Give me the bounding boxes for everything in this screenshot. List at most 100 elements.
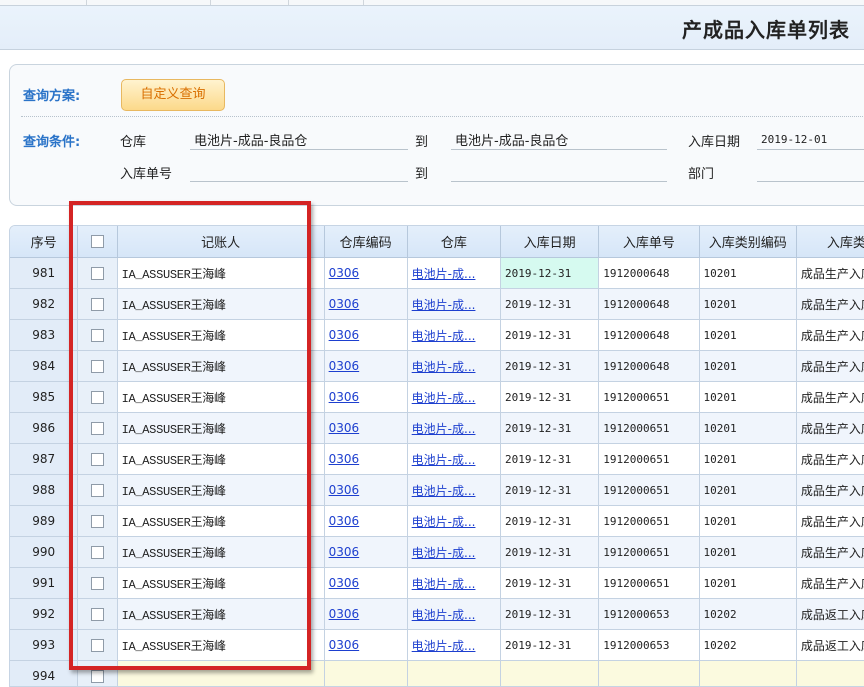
doc-no-to-input[interactable] (451, 161, 667, 182)
row-date: 2019-12-31 (501, 413, 599, 444)
query-panel: 查询方案: 自定义查询 查询条件: 仓库 到 入库日期 入库单号 到 部门 (9, 64, 864, 206)
row-checkbox[interactable] (91, 515, 104, 528)
doc-no-from-input[interactable] (190, 161, 408, 182)
row-wh-code-link[interactable]: 0306 (329, 390, 360, 404)
row-select-cell[interactable] (78, 320, 117, 351)
table-row[interactable]: 990IA_ASSUSER王海峰0306电池片-成...2019-12-3119… (10, 537, 864, 568)
table-row[interactable]: 991IA_ASSUSER王海峰0306电池片-成...2019-12-3119… (10, 568, 864, 599)
custom-query-button[interactable]: 自定义查询 (121, 79, 225, 111)
row-checkbox[interactable] (91, 577, 104, 590)
row-warehouse-link[interactable]: 电池片-成... (412, 329, 476, 343)
table-row[interactable]: 988IA_ASSUSER王海峰0306电池片-成...2019-12-3119… (10, 475, 864, 506)
col-header-type[interactable]: 入库类别 (796, 226, 864, 258)
row-doc-no: 1912000648 (599, 320, 699, 351)
select-all-checkbox[interactable] (91, 235, 104, 248)
row-doc-no: 1912000648 (599, 289, 699, 320)
col-header-select[interactable] (78, 226, 117, 258)
row-checkbox[interactable] (91, 360, 104, 373)
row-checkbox[interactable] (91, 453, 104, 466)
table-row[interactable]: 992IA_ASSUSER王海峰0306电池片-成...2019-12-3119… (10, 599, 864, 630)
row-warehouse-link[interactable]: 电池片-成... (412, 267, 476, 281)
row-wh-code-link[interactable]: 0306 (329, 359, 360, 373)
row-select-cell[interactable] (78, 537, 117, 568)
row-seq: 984 (10, 351, 78, 382)
row-checkbox[interactable] (91, 484, 104, 497)
row-wh-code-link[interactable]: 0306 (329, 638, 360, 652)
row-doc-no: 1912000651 (599, 568, 699, 599)
row-checkbox[interactable] (91, 546, 104, 559)
table-row[interactable]: 982IA_ASSUSER王海峰0306电池片-成...2019-12-3119… (10, 289, 864, 320)
row-warehouse-cell: 电池片-成... (407, 382, 500, 413)
col-header-bookkeeper[interactable]: 记账人 (117, 226, 324, 258)
row-wh-code-link[interactable]: 0306 (329, 452, 360, 466)
row-select-cell[interactable] (78, 413, 117, 444)
warehouse-from-input[interactable] (190, 129, 408, 150)
row-wh-code-link[interactable]: 0306 (329, 514, 360, 528)
row-select-cell[interactable] (78, 444, 117, 475)
row-date: 2019-12-31 (501, 289, 599, 320)
row-select-cell[interactable] (78, 506, 117, 537)
empty-cell (501, 661, 599, 687)
row-wh-code-link[interactable]: 0306 (329, 545, 360, 559)
row-wh-code-link[interactable]: 0306 (329, 576, 360, 590)
row-warehouse-link[interactable]: 电池片-成... (412, 546, 476, 560)
table-row[interactable]: 987IA_ASSUSER王海峰0306电池片-成...2019-12-3119… (10, 444, 864, 475)
row-wh-code-link[interactable]: 0306 (329, 266, 360, 280)
row-checkbox[interactable] (91, 608, 104, 621)
table-row[interactable]: 985IA_ASSUSER王海峰0306电池片-成...2019-12-3119… (10, 382, 864, 413)
row-checkbox[interactable] (91, 267, 104, 280)
row-select-cell[interactable] (78, 568, 117, 599)
row-warehouse-link[interactable]: 电池片-成... (412, 577, 476, 591)
row-checkbox[interactable] (91, 422, 104, 435)
table-row[interactable]: 983IA_ASSUSER王海峰0306电池片-成...2019-12-3119… (10, 320, 864, 351)
row-warehouse-link[interactable]: 电池片-成... (412, 391, 476, 405)
row-select-cell[interactable] (78, 661, 117, 687)
table-row[interactable]: 989IA_ASSUSER王海峰0306电池片-成...2019-12-3119… (10, 506, 864, 537)
row-checkbox[interactable] (91, 391, 104, 404)
row-warehouse-cell: 电池片-成... (407, 475, 500, 506)
row-warehouse-link[interactable]: 电池片-成... (412, 360, 476, 374)
col-header-doc-no[interactable]: 入库单号 (599, 226, 699, 258)
title-bar: 产成品入库单列表 (0, 6, 864, 50)
row-select-cell[interactable] (78, 599, 117, 630)
row-warehouse-link[interactable]: 电池片-成... (412, 484, 476, 498)
dept-input[interactable] (757, 161, 864, 182)
row-wh-code-link[interactable]: 0306 (329, 421, 360, 435)
col-header-date[interactable]: 入库日期 (501, 226, 599, 258)
row-select-cell[interactable] (78, 289, 117, 320)
col-header-seq[interactable]: 序号 (10, 226, 78, 258)
warehouse-to-input[interactable] (451, 129, 667, 150)
row-checkbox[interactable] (91, 329, 104, 342)
table-row[interactable]: 981IA_ASSUSER王海峰0306电池片-成...2019-12-3119… (10, 258, 864, 289)
row-doc-no: 1912000648 (599, 258, 699, 289)
row-wh-code-cell: 0306 (324, 630, 407, 661)
row-warehouse-link[interactable]: 电池片-成... (412, 422, 476, 436)
row-wh-code-link[interactable]: 0306 (329, 297, 360, 311)
date-from-input[interactable] (757, 129, 864, 150)
table-row-partial[interactable]: 994 (10, 661, 864, 687)
col-header-warehouse[interactable]: 仓库 (407, 226, 500, 258)
row-select-cell[interactable] (78, 475, 117, 506)
row-wh-code-link[interactable]: 0306 (329, 328, 360, 342)
col-header-wh-code[interactable]: 仓库编码 (324, 226, 407, 258)
row-select-cell[interactable] (78, 258, 117, 289)
row-warehouse-link[interactable]: 电池片-成... (412, 515, 476, 529)
table-row[interactable]: 986IA_ASSUSER王海峰0306电池片-成...2019-12-3119… (10, 413, 864, 444)
row-select-cell[interactable] (78, 351, 117, 382)
row-checkbox[interactable] (91, 298, 104, 311)
row-wh-code-cell: 0306 (324, 475, 407, 506)
row-warehouse-link[interactable]: 电池片-成... (412, 298, 476, 312)
row-warehouse-link[interactable]: 电池片-成... (412, 453, 476, 467)
row-warehouse-link[interactable]: 电池片-成... (412, 639, 476, 653)
row-select-cell[interactable] (78, 382, 117, 413)
row-warehouse-link[interactable]: 电池片-成... (412, 608, 476, 622)
row-doc-no: 1912000651 (599, 537, 699, 568)
row-wh-code-link[interactable]: 0306 (329, 607, 360, 621)
col-header-type-code[interactable]: 入库类别编码 (699, 226, 796, 258)
row-select-cell[interactable] (78, 630, 117, 661)
row-checkbox[interactable] (91, 639, 104, 652)
table-row[interactable]: 984IA_ASSUSER王海峰0306电池片-成...2019-12-3119… (10, 351, 864, 382)
table-row[interactable]: 993IA_ASSUSER王海峰0306电池片-成...2019-12-3119… (10, 630, 864, 661)
row-warehouse-cell: 电池片-成... (407, 630, 500, 661)
row-wh-code-link[interactable]: 0306 (329, 483, 360, 497)
